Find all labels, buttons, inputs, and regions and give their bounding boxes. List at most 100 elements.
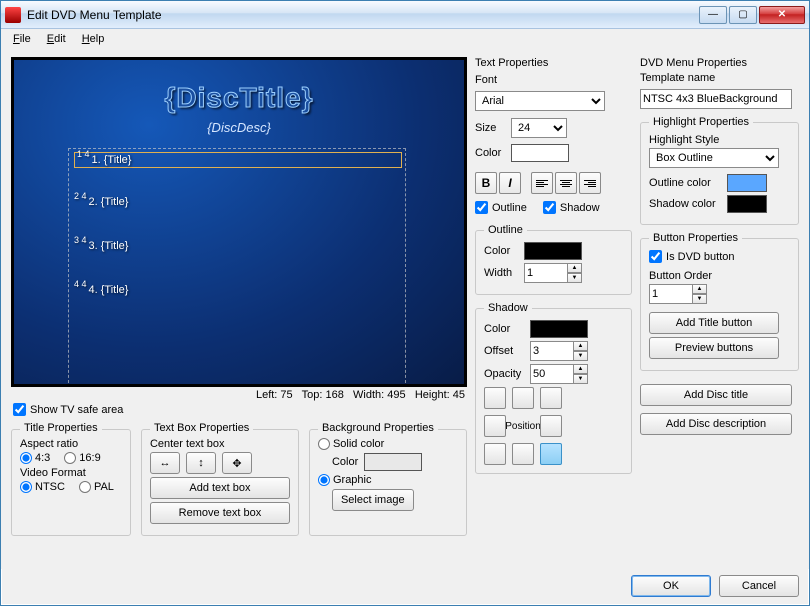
center-textbox-label: Center text box — [150, 438, 290, 450]
shadow-color-swatch[interactable] — [530, 320, 588, 338]
minimize-button[interactable]: — — [699, 6, 727, 24]
shadow-position-grid: Position — [484, 387, 562, 465]
outline-width-input[interactable] — [524, 263, 568, 283]
pos-tl[interactable] — [484, 387, 506, 409]
button-order-label: Button Order — [649, 270, 790, 282]
button-order-up[interactable]: ▲ — [692, 284, 707, 294]
bg-color-swatch[interactable] — [364, 453, 422, 471]
highlight-style-select[interactable]: Box Outline — [649, 148, 779, 168]
button-order-down[interactable]: ▼ — [692, 294, 707, 304]
preview-frame: {DiscTitle} {DiscDesc} 1 41. {Title} 2 4… — [11, 57, 467, 387]
outline-group: Outline Color Width ▲▼ — [475, 224, 632, 295]
video-format-label: Video Format — [20, 467, 122, 479]
button-properties-group: Button Properties Is DVD button Button O… — [640, 232, 799, 371]
align-center-button[interactable] — [555, 172, 577, 194]
font-label: Font — [475, 74, 632, 86]
shadow-group: Shadow Color Offset ▲▼ Opacity ▲▼ Positi… — [475, 302, 632, 474]
ntsc-radio[interactable]: NTSC — [20, 481, 65, 493]
template-name-label: Template name — [640, 72, 799, 84]
title-row-4[interactable]: 4 44. {Title} — [74, 284, 128, 296]
center-vert-button[interactable]: ↕ — [186, 452, 216, 474]
position-label: Position — [512, 415, 534, 437]
dvd-properties-header: DVD Menu Properties — [640, 57, 799, 69]
pos-mr[interactable] — [540, 415, 562, 437]
template-name-input[interactable] — [640, 89, 792, 109]
aspect-ratio-label: Aspect ratio — [20, 438, 122, 450]
maximize-button[interactable]: ▢ — [729, 6, 757, 24]
show-safe-area-checkbox[interactable]: Show TV safe area — [13, 403, 123, 416]
dvd-preview[interactable]: {DiscTitle} {DiscDesc} 1 41. {Title} 2 4… — [14, 60, 464, 384]
pos-ml[interactable] — [484, 415, 506, 437]
shadow-opacity-up[interactable]: ▲ — [573, 364, 588, 374]
outline-checkbox[interactable]: Outline — [475, 201, 527, 214]
pos-tc[interactable] — [512, 387, 534, 409]
add-title-button[interactable]: Add Title button — [649, 312, 779, 334]
text-color-swatch[interactable] — [511, 144, 569, 162]
bold-button[interactable]: B — [475, 172, 497, 194]
bg-solid-radio[interactable]: Solid color — [318, 438, 384, 450]
shadow-offset-input[interactable] — [530, 341, 574, 361]
outline-color-swatch[interactable] — [524, 242, 582, 260]
close-button[interactable]: ✕ — [759, 6, 805, 24]
text-color-label: Color — [475, 147, 505, 159]
ok-button[interactable]: OK — [631, 575, 711, 597]
title-properties-group: Title Properties Aspect ratio 4:3 16:9 V… — [11, 429, 131, 536]
shadow-checkbox[interactable]: Shadow — [543, 201, 600, 214]
window: Edit DVD Menu Template — ▢ ✕ File Edit H… — [0, 0, 810, 606]
italic-button[interactable]: I — [499, 172, 521, 194]
menu-file[interactable]: File — [7, 31, 37, 47]
aspect-169-radio[interactable]: 16:9 — [64, 452, 100, 464]
show-safe-area-input[interactable] — [13, 403, 26, 416]
shadow-opacity-input[interactable] — [530, 364, 574, 384]
bg-color-label: Color — [332, 456, 358, 468]
shadow-opacity-down[interactable]: ▼ — [573, 374, 588, 384]
is-dvd-button-checkbox[interactable]: Is DVD button — [649, 250, 734, 263]
bg-graphic-radio[interactable]: Graphic — [318, 474, 372, 486]
dialog-footer: OK Cancel — [1, 569, 809, 605]
background-properties-group: Background Properties Solid color Color … — [309, 429, 467, 536]
align-right-button[interactable] — [579, 172, 601, 194]
status-line: Left: 75 Top: 168 Width: 495 Height: 45 — [11, 387, 467, 401]
highlight-style-label: Highlight Style — [649, 134, 790, 146]
size-select[interactable]: 24 — [511, 118, 567, 138]
pos-bl[interactable] — [484, 443, 506, 465]
center-both-button[interactable]: ✥ — [222, 452, 252, 474]
outline-width-down[interactable]: ▼ — [567, 273, 582, 283]
outline-width-up[interactable]: ▲ — [567, 263, 582, 273]
add-textbox-button[interactable]: Add text box — [150, 477, 290, 499]
menubar: File Edit Help — [1, 29, 809, 49]
pal-radio[interactable]: PAL — [79, 481, 114, 493]
button-order-input[interactable] — [649, 284, 693, 304]
selection-frame[interactable] — [68, 148, 406, 384]
pos-tr[interactable] — [540, 387, 562, 409]
shadow-offset018-up[interactable]: ▲ — [573, 341, 588, 351]
pos-bc[interactable] — [512, 443, 534, 465]
size-label: Size — [475, 122, 505, 134]
menu-help[interactable]: Help — [76, 31, 111, 47]
app-icon — [5, 7, 21, 23]
remove-textbox-button[interactable]: Remove text box — [150, 502, 290, 524]
disc-desc[interactable]: {DiscDesc} — [207, 120, 271, 135]
highlight-properties-group: Highlight Properties Highlight Style Box… — [640, 116, 799, 225]
cancel-button[interactable]: Cancel — [719, 575, 799, 597]
align-left-button[interactable] — [531, 172, 553, 194]
aspect-43-radio[interactable]: 4:3 — [20, 452, 50, 464]
select-image-button[interactable]: Select image — [332, 489, 414, 511]
textbox-properties-group: Text Box Properties Center text box ↔ ↕ … — [141, 429, 299, 536]
center-horiz-button[interactable]: ↔ — [150, 452, 180, 474]
highlight-outline-swatch[interactable] — [727, 174, 767, 192]
title-row-2[interactable]: 2 42. {Title} — [74, 196, 128, 208]
menu-edit[interactable]: Edit — [41, 31, 72, 47]
title-row-1[interactable]: 1 41. {Title} — [74, 152, 402, 168]
font-select[interactable]: Arial — [475, 91, 605, 111]
add-disc-title-button[interactable]: Add Disc title — [640, 384, 792, 406]
titlebar: Edit DVD Menu Template — ▢ ✕ — [1, 1, 809, 29]
preview-buttons-button[interactable]: Preview buttons — [649, 337, 779, 359]
highlight-shadow-swatch[interactable] — [727, 195, 767, 213]
shadow-offset-down[interactable]: ▼ — [573, 351, 588, 361]
pos-br[interactable] — [540, 443, 562, 465]
disc-title[interactable]: {DiscTitle} — [165, 82, 314, 114]
title-row-3[interactable]: 3 43. {Title} — [74, 240, 128, 252]
text-properties-header: Text Properties — [475, 57, 632, 69]
add-disc-desc-button[interactable]: Add Disc description — [640, 413, 792, 435]
